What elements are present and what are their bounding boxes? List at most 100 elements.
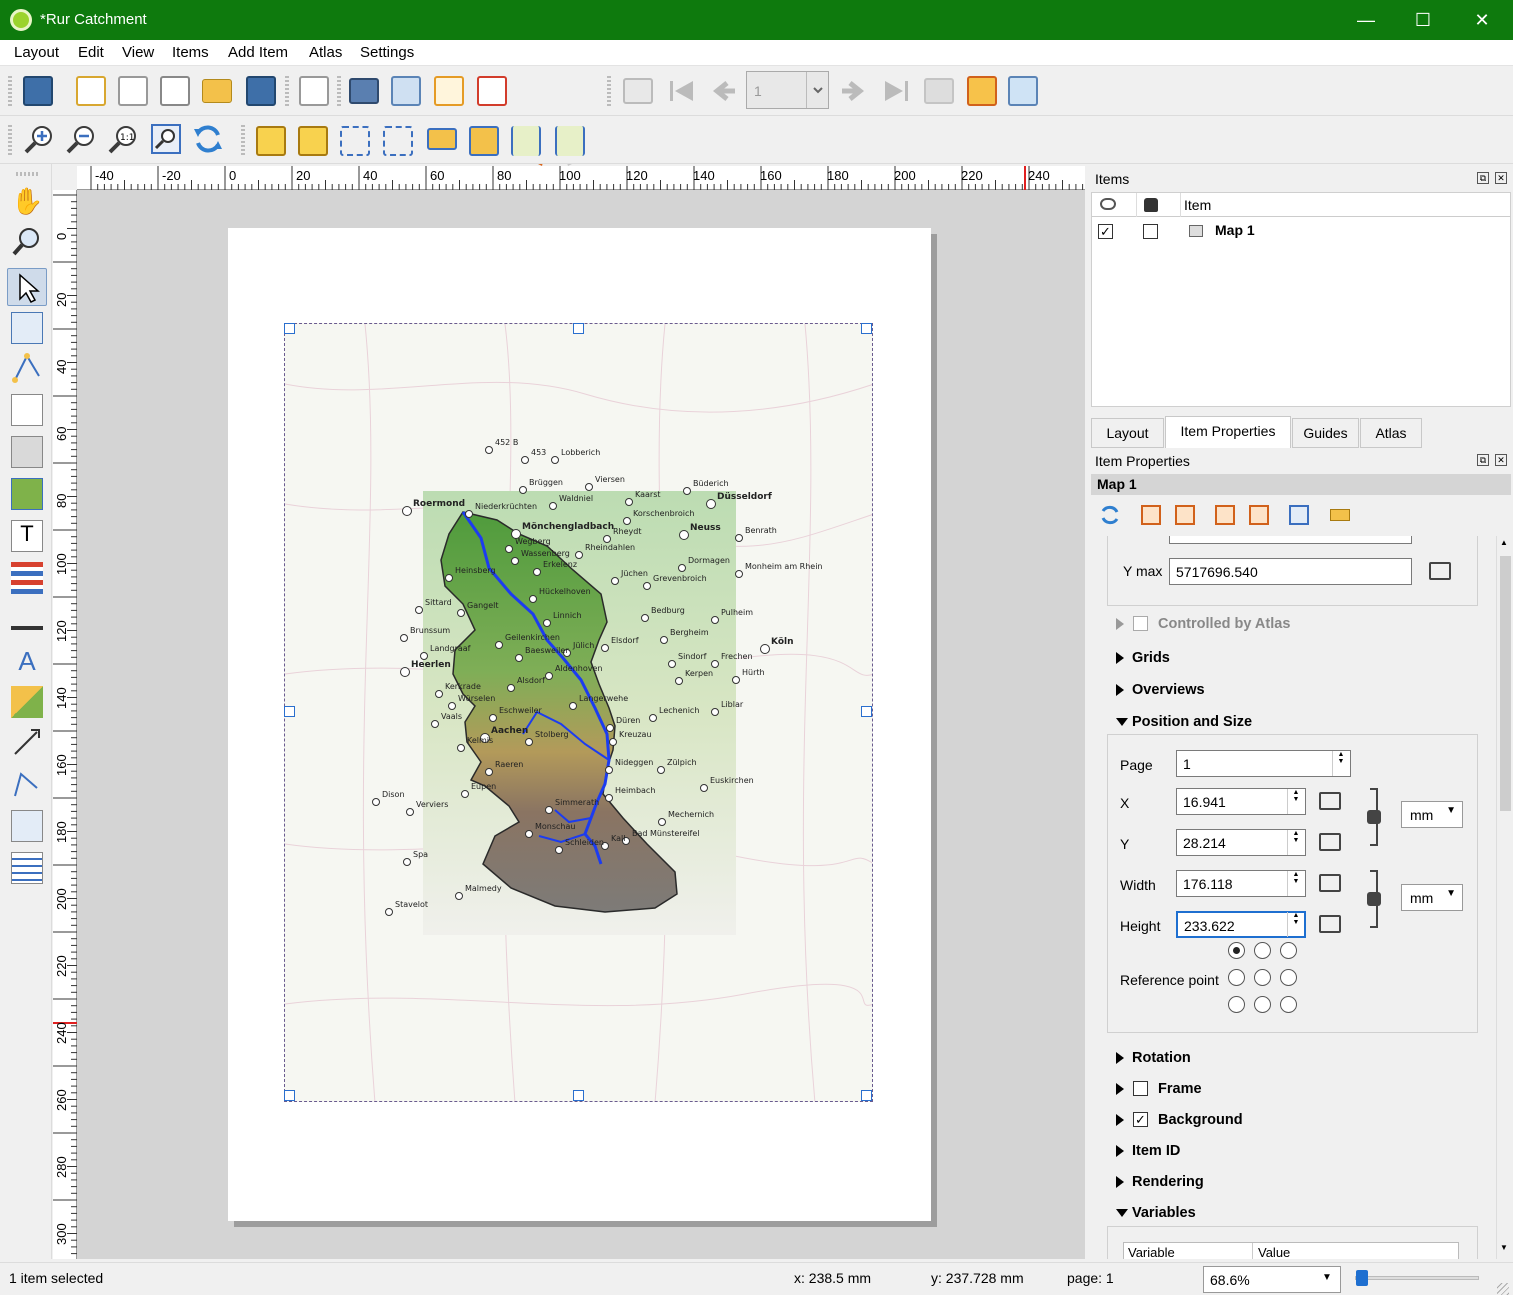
set-scale-icon[interactable] [1215, 505, 1235, 525]
zoom-actual-icon[interactable]: 1:1 [107, 123, 139, 155]
reference-point-radio-middle-right[interactable] [1280, 969, 1297, 986]
reference-point-radio-bottom-right[interactable] [1280, 996, 1297, 1013]
zoom-in-icon[interactable] [23, 123, 55, 155]
properties-scrollbar[interactable]: ▲ ▼ [1496, 536, 1513, 1259]
menu-settings[interactable]: Settings [360, 44, 414, 61]
export-image-icon[interactable] [391, 76, 421, 106]
section-position-and-size[interactable]: Position and Size [1132, 714, 1252, 730]
reference-point-radio-top-center[interactable] [1254, 942, 1271, 959]
resize-handle-s[interactable] [573, 1090, 584, 1101]
add-html-icon[interactable] [11, 810, 43, 842]
chevron-down-icon[interactable] [806, 72, 828, 108]
data-defined-override-icon[interactable] [1319, 792, 1341, 810]
toolbar-grip[interactable] [285, 76, 289, 106]
section-frame[interactable]: Frame [1158, 1081, 1202, 1097]
resize-grip-icon[interactable] [1497, 1283, 1509, 1295]
data-defined-override-icon[interactable] [1429, 562, 1451, 580]
previous-feature-icon[interactable] [709, 78, 739, 104]
atlas-settings-icon[interactable] [1008, 76, 1038, 106]
zoom-combo[interactable]: 68.6% ▼ [1203, 1266, 1341, 1293]
data-defined-override-icon[interactable] [1319, 915, 1341, 933]
chevron-down-icon[interactable] [1116, 1209, 1128, 1217]
new-layout-icon[interactable] [76, 76, 106, 106]
open-template-icon[interactable] [202, 79, 232, 103]
reference-point-radio-top-left[interactable] [1228, 942, 1245, 959]
zoom-out-icon[interactable] [65, 123, 97, 155]
add-shape-icon[interactable] [11, 686, 43, 718]
horizontal-ruler[interactable]: -40 -20 0 20 40 60 80 100 120 140 160 18… [77, 166, 1085, 190]
bookmark-icon[interactable] [1289, 505, 1309, 525]
minimize-button[interactable]: — [1343, 6, 1389, 34]
scroll-down-icon[interactable]: ▼ [1500, 1243, 1508, 1252]
next-feature-icon[interactable] [838, 78, 868, 104]
set-extent-icon[interactable] [1141, 505, 1161, 525]
chevron-right-icon[interactable] [1116, 684, 1124, 696]
zoom-tool-icon[interactable] [11, 226, 43, 258]
y-max-field[interactable]: 5717696.540 [1169, 558, 1412, 585]
add-arrow-icon[interactable] [11, 726, 43, 758]
reference-point-radio-center[interactable] [1254, 969, 1271, 986]
properties-scroll-area[interactable]: Y max 5717696.540 Controlled by Atlas Gr… [1091, 536, 1513, 1259]
chevron-right-icon[interactable] [1116, 1052, 1124, 1064]
resize-handle-nw[interactable] [284, 323, 295, 334]
position-unit-select[interactable]: mm ▼ [1401, 801, 1463, 828]
tab-atlas[interactable]: Atlas [1360, 418, 1422, 448]
tab-item-properties[interactable]: Item Properties [1165, 416, 1291, 448]
table-row[interactable]: ✓ Map 1 [1092, 218, 1510, 242]
float-panel-icon[interactable]: ⧉ [1477, 172, 1489, 184]
tab-layout[interactable]: Layout [1091, 418, 1164, 448]
resize-handle-e[interactable] [861, 706, 872, 717]
chevron-down-icon[interactable]: ▼ [1322, 1272, 1332, 1283]
export-atlas-icon[interactable] [967, 76, 997, 106]
map-item[interactable]: Roermond Niederkrüchten Mönchengladbach Düs… [284, 323, 873, 1102]
raise-items-icon[interactable] [427, 128, 457, 150]
items-tree[interactable]: Item ✓ Map 1 [1091, 192, 1511, 407]
section-background[interactable]: Background [1158, 1112, 1243, 1128]
size-unit-select[interactable]: mm ▼ [1401, 884, 1463, 911]
resize-items-icon[interactable] [555, 126, 585, 156]
atlas-page-combo[interactable]: 1 [746, 71, 829, 109]
atlas-preview-icon[interactable] [623, 78, 653, 104]
move-content-icon[interactable] [11, 312, 43, 344]
align-items-icon[interactable] [469, 126, 499, 156]
layout-manager-icon[interactable] [160, 76, 190, 106]
distribute-items-icon[interactable] [511, 126, 541, 156]
lock-items-icon[interactable] [256, 126, 286, 156]
edit-nodes-icon[interactable] [11, 352, 43, 384]
reference-point-radio-bottom-left[interactable] [1228, 996, 1245, 1013]
layout-canvas[interactable]: Roermond Niederkrüchten Mönchengladbach Düs… [77, 190, 1085, 1259]
view-scale-icon[interactable] [1249, 505, 1269, 525]
print-atlas-icon[interactable] [924, 78, 954, 104]
resize-handle-sw[interactable] [284, 1090, 295, 1101]
add-picture-icon[interactable] [11, 478, 43, 510]
frame-checkbox[interactable] [1133, 1081, 1148, 1096]
refresh-map-icon[interactable] [1099, 504, 1121, 526]
zoom-slider-handle[interactable] [1356, 1270, 1368, 1286]
ungroup-items-icon[interactable] [383, 126, 413, 156]
chevron-right-icon[interactable] [1116, 1114, 1124, 1126]
close-button[interactable]: ✕ [1459, 6, 1505, 34]
data-defined-override-icon[interactable] [1319, 833, 1341, 851]
print-icon[interactable] [349, 78, 379, 104]
menu-edit[interactable]: Edit [78, 44, 104, 61]
toolbar-grip[interactable] [607, 76, 611, 106]
maximize-button[interactable]: ☐ [1400, 6, 1446, 34]
tab-guides[interactable]: Guides [1292, 418, 1359, 448]
add-3d-map-icon[interactable] [11, 436, 43, 468]
section-overviews[interactable]: Overviews [1132, 682, 1205, 698]
toolbar-grip[interactable] [16, 172, 38, 176]
add-attribute-table-icon[interactable] [11, 852, 43, 884]
visibility-checkbox[interactable]: ✓ [1098, 224, 1113, 239]
x-max-field[interactable] [1169, 536, 1412, 544]
section-item-id[interactable]: Item ID [1132, 1143, 1180, 1159]
first-feature-icon[interactable] [667, 78, 697, 104]
menu-add-item[interactable]: Add Item [228, 44, 288, 61]
height-spinner[interactable]: ▲ ▼ [1287, 912, 1304, 937]
save-layout-icon[interactable] [23, 76, 53, 106]
x-spinner[interactable]: ▲ ▼ [1287, 789, 1304, 814]
export-pdf-icon[interactable] [477, 76, 507, 106]
scrollbar-thumb[interactable] [1500, 556, 1511, 811]
chevron-right-icon[interactable] [1116, 652, 1124, 664]
width-spinner[interactable]: ▲ ▼ [1287, 871, 1304, 896]
menu-items[interactable]: Items [172, 44, 209, 61]
